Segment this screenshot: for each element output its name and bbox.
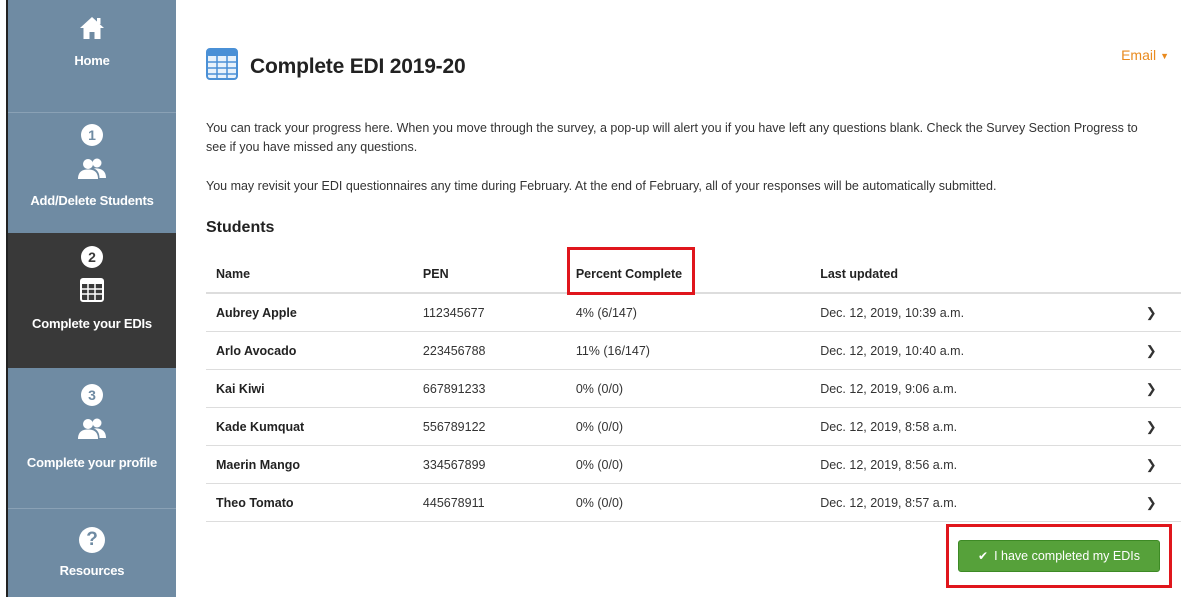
table-icon [80, 278, 104, 307]
page-title: Complete EDI 2019-20 [250, 54, 466, 78]
table-row[interactable]: Kai Kiwi 667891233 0% (0/0) Dec. 12, 201… [206, 369, 1181, 408]
completed-edis-button-label: I have completed my EDIs [994, 549, 1140, 563]
students-table: Name PEN Percent Complete Last updated A… [206, 256, 1181, 522]
student-name[interactable]: Kade Kumquat [206, 407, 413, 446]
sidebar-item-label: Add/Delete Students [30, 193, 154, 208]
home-icon [78, 14, 106, 47]
checkmark-icon: ✔ [978, 549, 989, 563]
column-header-last-updated: Last updated [810, 256, 1122, 294]
people-icon [77, 158, 107, 185]
sidebar-item-add-delete-students[interactable]: 1 Add/Delete Students [8, 112, 176, 234]
column-header-action [1121, 256, 1181, 294]
caret-down-icon: ▼ [1160, 51, 1169, 61]
sidebar-item-label: Home [74, 53, 110, 68]
sidebar: Home 1 Add/Delete Students 2 Complete yo… [8, 0, 176, 597]
student-last-updated: Dec. 12, 2019, 10:40 a.m. [810, 331, 1122, 370]
student-last-updated: Dec. 12, 2019, 10:39 a.m. [810, 293, 1122, 332]
student-percent-complete: 0% (0/0) [565, 407, 811, 446]
chevron-right-icon[interactable]: ❯ [1121, 369, 1181, 408]
intro-paragraph: You may revisit your EDI questionnaires … [206, 179, 997, 193]
step-number: 2 [81, 246, 103, 268]
column-header-percent-complete: Percent Complete [565, 256, 811, 294]
student-pen: 223456788 [412, 331, 566, 370]
sidebar-item-complete-profile[interactable]: 3 Complete your profile [8, 367, 176, 509]
sidebar-item-complete-edis[interactable]: 2 Complete your EDIs [8, 233, 176, 368]
table-row[interactable]: Maerin Mango 334567899 0% (0/0) Dec. 12,… [206, 445, 1181, 484]
column-header-pen: PEN [412, 256, 566, 294]
step-number: 3 [81, 384, 103, 406]
students-heading: Students [206, 219, 275, 236]
completed-edis-button[interactable]: ✔ I have completed my EDIs [958, 540, 1160, 572]
student-last-updated: Dec. 12, 2019, 8:58 a.m. [810, 407, 1122, 446]
table-icon [206, 48, 238, 85]
question-icon: ? [79, 527, 105, 553]
sidebar-item-label: Resources [59, 563, 125, 578]
student-last-updated: Dec. 12, 2019, 8:57 a.m. [810, 483, 1122, 522]
intro-paragraph: You can track your progress here. When y… [206, 121, 1138, 154]
chevron-right-icon[interactable]: ❯ [1121, 331, 1181, 370]
sidebar-item-home[interactable]: Home [8, 0, 176, 113]
email-menu-label: Email [1121, 47, 1157, 63]
sidebar-item-resources[interactable]: ? Resources [8, 508, 176, 597]
column-header-name: Name [206, 256, 413, 294]
student-name[interactable]: Theo Tomato [206, 483, 413, 522]
table-row[interactable]: Kade Kumquat 556789122 0% (0/0) Dec. 12,… [206, 407, 1181, 446]
page-frame: Home 1 Add/Delete Students 2 Complete yo… [0, 0, 1181, 597]
step-number: 1 [81, 124, 103, 146]
chevron-right-icon[interactable]: ❯ [1121, 293, 1181, 332]
student-pen: 556789122 [412, 407, 566, 446]
student-last-updated: Dec. 12, 2019, 8:56 a.m. [810, 445, 1122, 484]
table-header-row: Name PEN Percent Complete Last updated [206, 256, 1181, 294]
chevron-right-icon[interactable]: ❯ [1121, 407, 1181, 446]
student-percent-complete: 4% (6/147) [565, 293, 811, 332]
sidebar-item-label: Complete your EDIs [32, 316, 152, 331]
student-pen: 445678911 [412, 483, 566, 522]
student-percent-complete: 11% (16/147) [565, 331, 811, 370]
student-name[interactable]: Kai Kiwi [206, 369, 413, 408]
student-name[interactable]: Aubrey Apple [206, 293, 413, 332]
student-pen: 112345677 [412, 293, 566, 332]
student-name[interactable]: Arlo Avocado [206, 331, 413, 370]
student-last-updated: Dec. 12, 2019, 9:06 a.m. [810, 369, 1122, 408]
student-pen: 667891233 [412, 369, 566, 408]
table-row[interactable]: Aubrey Apple 112345677 4% (6/147) Dec. 1… [206, 293, 1181, 332]
student-percent-complete: 0% (0/0) [565, 445, 811, 484]
table-row[interactable]: Arlo Avocado 223456788 11% (16/147) Dec.… [206, 331, 1181, 370]
table-row[interactable]: Theo Tomato 445678911 0% (0/0) Dec. 12, … [206, 483, 1181, 522]
student-percent-complete: 0% (0/0) [565, 369, 811, 408]
student-percent-complete: 0% (0/0) [565, 483, 811, 522]
sidebar-item-label: Complete your profile [26, 455, 158, 470]
chevron-right-icon[interactable]: ❯ [1121, 445, 1181, 484]
email-menu[interactable]: Email ▼ [1121, 47, 1169, 63]
student-pen: 334567899 [412, 445, 566, 484]
chevron-right-icon[interactable]: ❯ [1121, 483, 1181, 522]
student-name[interactable]: Maerin Mango [206, 445, 413, 484]
people-icon [77, 418, 107, 445]
page-header: Complete EDI 2019-20 [206, 48, 466, 85]
